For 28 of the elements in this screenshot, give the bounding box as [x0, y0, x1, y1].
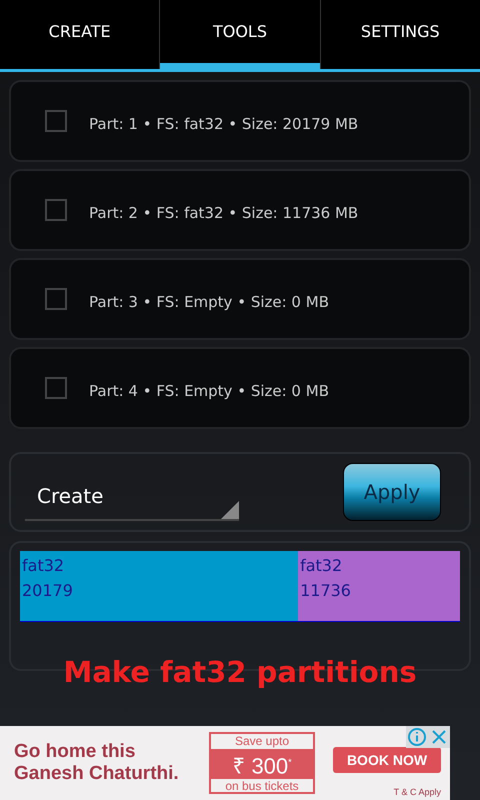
info-icon[interactable]: [406, 726, 428, 748]
status-message: Make fat32 partitions: [62, 655, 418, 689]
offer-text: Save upto: [234, 734, 290, 749]
size-label: 20179: [22, 580, 74, 602]
apply-button[interactable]: Apply: [343, 463, 441, 521]
checkbox[interactable]: [45, 110, 67, 132]
offer-amount: ₹ 300$^{*}$: [211, 749, 313, 780]
ad-banner[interactable]: Go home this Ganesh Chaturthi. Save upto ₹ 300$^{*}$ on bus tickets BOOK NOW T & C Apply: [0, 726, 450, 800]
fs-label: fat32: [300, 555, 344, 577]
ad-headline: Go home this Ganesh Chaturthi.: [13, 741, 180, 785]
terms-text: T & C Apply: [394, 787, 441, 797]
partition-label: Part: 2 • FS: fat32 • Size: 11736 MB: [89, 204, 358, 222]
tab[interactable]: CREATE: [0, 0, 160, 69]
fs-label: fat32: [22, 555, 66, 577]
partition-label: Part: 3 • FS: Empty • Size: 0 MB: [89, 293, 329, 311]
tab[interactable]: SETTINGS: [320, 0, 480, 69]
checkbox[interactable]: [45, 199, 67, 221]
size-label: 11736: [300, 580, 352, 602]
action-dropdown[interactable]: Create: [25, 473, 239, 521]
checkbox[interactable]: [45, 288, 67, 310]
book-now-button[interactable]: BOOK NOW: [333, 747, 441, 773]
checkbox[interactable]: [45, 377, 67, 399]
dropdown-icon: [221, 501, 239, 519]
tab[interactable]: TOOLS: [159, 0, 320, 69]
partition-label: Part: 4 • FS: Empty • Size: 0 MB: [89, 382, 329, 400]
close-icon[interactable]: [428, 726, 450, 748]
partition-label: Part: 1 • FS: fat32 • Size: 20179 MB: [89, 115, 358, 133]
offer-text: on bus tickets: [225, 779, 299, 794]
